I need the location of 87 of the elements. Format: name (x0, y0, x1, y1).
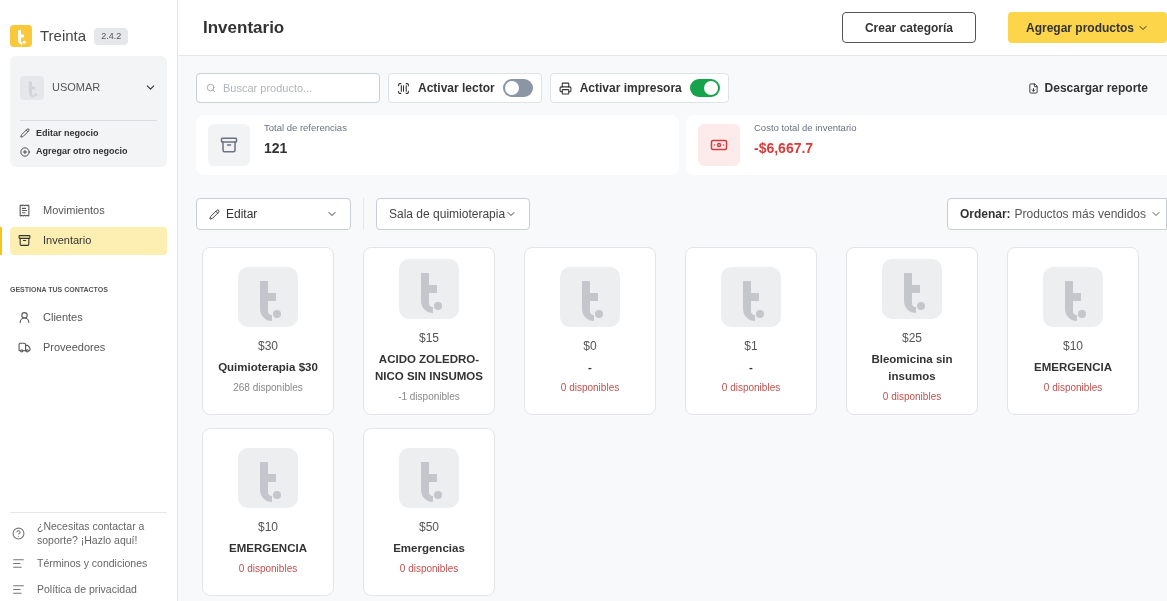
create-category-button[interactable]: Crear categoría (841, 12, 976, 43)
help-icon (12, 526, 25, 540)
nav-item[interactable]: Movimientos (10, 196, 167, 225)
stock-count: 0 disponibles (882, 389, 942, 404)
stock-count: 0 disponibles (399, 562, 459, 576)
stock-count: 0 disponibles (721, 381, 781, 395)
footer-link[interactable]: ¿Necesitas contactar a soporte? ¡Hazlo aquí! (10, 519, 167, 547)
product-card[interactable]: $25 Bleomicina sin insumos 0 disponibles (846, 247, 978, 415)
toggle-switch[interactable] (502, 79, 533, 97)
box-icon (220, 136, 238, 154)
product-placeholder-icon (882, 258, 942, 319)
product-price: $10 (1063, 338, 1083, 355)
sort-dropdown[interactable]: Ordenar: Productos más vendidos (946, 198, 1167, 230)
product-card[interactable]: $15 ACIDO ZOLEDRO-NICO SIN INSUMOS -1 disponibles (363, 247, 495, 415)
product-placeholder-icon (238, 267, 298, 327)
download-report-button[interactable]: Descargar reporte (1027, 79, 1148, 97)
toggle-label: Activar lector (418, 80, 495, 97)
product-card[interactable]: $1 - 0 disponibles (685, 247, 817, 415)
logo-icon (10, 25, 32, 48)
search-field[interactable]: Buscar producto... (196, 73, 380, 103)
file-download-icon (1027, 82, 1039, 94)
nav-item[interactable]: Proveedores (10, 333, 167, 361)
product-price: $30 (258, 338, 278, 355)
footer-link[interactable]: Términos y condiciones (10, 553, 167, 573)
stat-label: Costo total de inventario (754, 120, 857, 135)
product-placeholder-icon (238, 448, 298, 508)
stock-count: 0 disponibles (1043, 381, 1103, 395)
product-name: ACIDO ZOLEDRO-NICO SIN INSUMOS (374, 351, 484, 384)
printer-icon (558, 81, 572, 95)
product-card[interactable]: $10 EMERGENCIA 0 disponibles (1007, 247, 1139, 415)
product-name: Quimioterapia $30 (218, 360, 318, 375)
nav-item[interactable]: Inventario (10, 226, 167, 255)
stock-count: 0 disponibles (238, 562, 298, 576)
plus-icon (20, 146, 30, 157)
pencil-icon (209, 208, 220, 220)
stat-label: Total de referencias (264, 120, 347, 135)
product-placeholder-icon (721, 267, 781, 327)
pencil-icon (20, 128, 30, 139)
brand-name: Treinta (40, 26, 87, 46)
product-placeholder-icon (399, 448, 459, 508)
category-dropdown[interactable]: Sala de quimioterapia (376, 198, 531, 230)
product-price: $25 (902, 329, 922, 347)
toggle-control[interactable]: Activar lector (388, 73, 542, 103)
receipt-icon (18, 204, 31, 217)
product-placeholder-icon (399, 258, 459, 319)
account-action[interactable]: Editar negocio (20, 126, 157, 140)
version-tag: 2.4.2 (94, 27, 129, 45)
product-card[interactable]: $10 EMERGENCIA 0 disponibles (202, 428, 334, 596)
product-card[interactable]: $0 - 0 disponibles (524, 247, 656, 415)
product-name: - (588, 360, 592, 375)
box-icon (18, 234, 31, 247)
search-icon (206, 83, 216, 93)
stock-count: -1 disponibles (398, 389, 460, 404)
product-card[interactable]: $50 Emergencias 0 disponibles (363, 428, 495, 596)
product-placeholder-icon (1043, 267, 1103, 327)
user-icon (18, 310, 31, 324)
page-title: Inventario (203, 16, 286, 39)
product-price: $15 (419, 329, 439, 347)
nav-item[interactable]: Clientes (10, 303, 167, 331)
toggle-switch[interactable] (689, 79, 720, 97)
avatar-icon (20, 75, 44, 100)
account-selector[interactable]: USOMAR (20, 75, 157, 100)
add-products-button[interactable]: Agregar productos (1008, 12, 1167, 43)
product-placeholder-icon (560, 267, 620, 327)
account-action[interactable]: Agregar otro negocio (20, 145, 157, 159)
product-name: EMERGENCIA (1034, 360, 1112, 375)
product-price: $0 (583, 338, 597, 355)
lines-icon (12, 582, 25, 596)
edit-dropdown[interactable]: Editar (196, 198, 351, 230)
product-price: $50 (419, 519, 439, 536)
product-name: EMERGENCIA (229, 541, 307, 556)
product-card[interactable]: $30 Quimioterapia $30 268 disponibles (202, 247, 334, 415)
toggle-label: Activar impresora (579, 80, 682, 97)
product-name: Bleomicina sin insumos (870, 351, 954, 384)
product-price: $1 (744, 338, 758, 355)
toggle-control[interactable]: Activar impresora (549, 73, 729, 103)
stock-count: 268 disponibles (233, 381, 303, 395)
footer-link[interactable]: Política de privacidad (10, 579, 167, 599)
truck-icon (18, 340, 31, 354)
product-price: $10 (258, 519, 278, 536)
stat-value: 121 (264, 139, 289, 159)
lines-icon (12, 556, 25, 570)
product-name: Emergencias (393, 541, 465, 556)
product-name: - (749, 360, 753, 375)
stock-count: 0 disponibles (560, 381, 620, 395)
stat-value: -$6,667.7 (754, 139, 815, 159)
barcode-icon (397, 81, 410, 95)
